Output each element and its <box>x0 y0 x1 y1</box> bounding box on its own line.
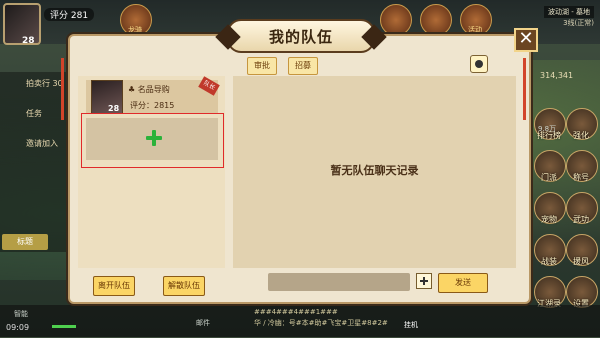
right-menu: 排行榜 强化 门派 称号 宠物 武功 战装 援风 江湖录 设置 <box>524 108 600 338</box>
player-level: 28 <box>22 36 35 46</box>
right-menu-label: 战装 <box>541 257 557 266</box>
member-level: 28 <box>108 104 120 113</box>
chat-plus-icon[interactable] <box>416 273 432 289</box>
invite-label[interactable]: 邀请加入 <box>26 138 58 149</box>
review-tab[interactable]: 审批 <box>247 57 277 75</box>
settings-icon[interactable] <box>470 55 488 73</box>
highlight-box <box>81 113 224 168</box>
disband-team-button[interactable]: 解散队伍 <box>163 276 205 296</box>
leave-team-button[interactable]: 离开队伍 <box>93 276 135 296</box>
left-tab-label: 标题 <box>17 237 33 246</box>
task-label[interactable]: 任务 <box>26 108 42 119</box>
member-name-text: 名品导购 <box>137 85 170 94</box>
left-quest-panel: 拍卖行 30 任务 邀请加入 <box>0 72 70 252</box>
map-name[interactable]: 波动湖 - 墓地 <box>544 6 594 18</box>
member-score: 评分：2815 <box>130 101 175 110</box>
close-icon[interactable]: ✕ <box>514 28 538 52</box>
auction-label[interactable]: 拍卖行 30 <box>26 78 63 89</box>
right-menu-label: 宠物 <box>541 215 557 224</box>
shop-icon[interactable] <box>420 4 452 36</box>
right-menu-label: 称号 <box>573 173 589 182</box>
send-button[interactable]: 发送 <box>438 273 488 293</box>
recruit-tab[interactable]: 招募 <box>288 57 318 75</box>
player-power: 评分 281 <box>44 8 95 21</box>
right-menu-label: 强化 <box>573 131 589 140</box>
chat-input[interactable] <box>268 273 410 291</box>
skill-label[interactable]: 智能 <box>14 309 28 319</box>
signal-bar <box>52 325 76 328</box>
member-name: ♣ 名品导购 <box>128 85 170 94</box>
left-tassel <box>61 58 64 120</box>
empty-chat-text: 暂无队伍聊天记录 <box>330 164 419 177</box>
map-line: 3线(正常) <box>563 19 594 27</box>
dialog-title: 我的队伍 <box>268 28 333 46</box>
mail-tab[interactable]: 邮件 <box>196 318 210 328</box>
clock: 09:09 <box>6 323 30 332</box>
map-coords: 314,341 <box>540 71 574 80</box>
bottom-chat-line2: 华 / 冷幽：号#本#助#飞宝#卫星#8#2# <box>254 319 388 327</box>
auto-battle-button[interactable]: 挂机 <box>404 320 418 330</box>
left-tab[interactable]: 标题 <box>2 234 48 250</box>
dialog-title-plate: 我的队伍 <box>227 19 375 53</box>
event-icon[interactable] <box>380 4 412 36</box>
right-menu-label: 援风 <box>573 257 589 266</box>
value-badge: 9.8万 <box>538 125 557 133</box>
right-menu-label: 门派 <box>541 173 557 182</box>
bottom-chat-line1: ###4###4###1### <box>254 308 338 316</box>
right-tassel <box>523 58 526 120</box>
right-menu-label: 武功 <box>573 215 589 224</box>
